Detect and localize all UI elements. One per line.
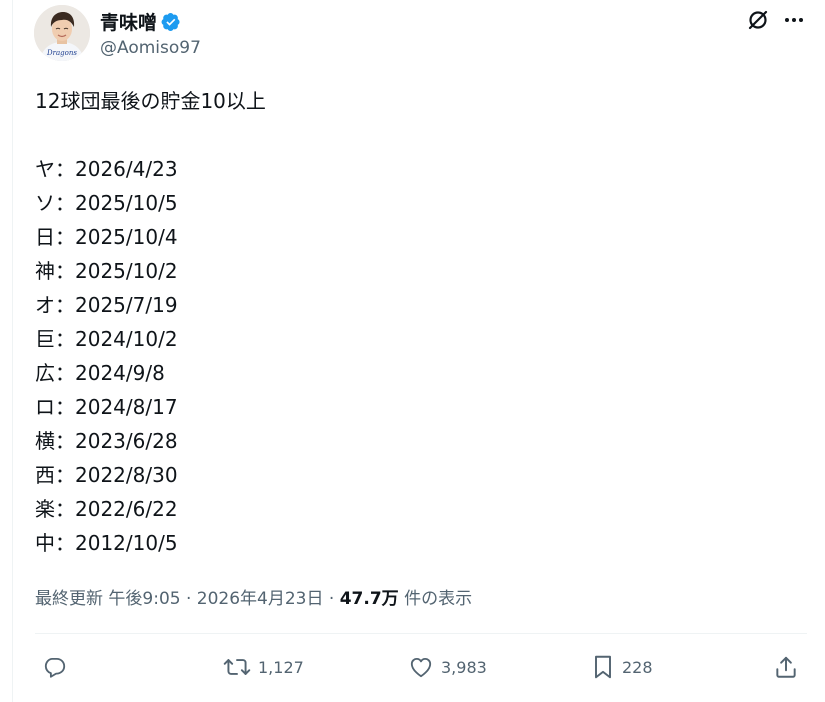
- post-line: 中：2012/10/5: [35, 531, 178, 555]
- post-line: 巨：2024/10/2: [35, 327, 178, 351]
- post-line: 日：2025/10/4: [35, 225, 178, 249]
- post-line: ロ：2024/8/17: [35, 395, 178, 419]
- post-line: ヤ：2026/4/23: [35, 157, 178, 181]
- svg-text:Dragons: Dragons: [46, 49, 77, 57]
- left-divider: [12, 0, 13, 702]
- share-icon: [776, 656, 796, 678]
- bookmark-icon: [595, 655, 611, 679]
- post-line: ソ：2025/10/5: [35, 191, 178, 215]
- post-line: 楽：2022/6/22: [35, 497, 178, 521]
- post-line: 広：2024/9/8: [35, 361, 165, 385]
- display-name-row[interactable]: 青味噌: [100, 8, 181, 35]
- reply-button[interactable]: [42, 653, 68, 681]
- heart-icon: [410, 657, 432, 678]
- repost-count: 1,127: [258, 657, 304, 677]
- post-headline: 12球団最後の貯金10以上: [35, 89, 266, 113]
- like-count: 3,983: [441, 657, 487, 677]
- post-line: 西：2022/8/30: [35, 463, 178, 487]
- reply-icon: [44, 657, 66, 678]
- tweet-card: Dragons 青味噌 @Aomiso97 12球団最後の貯金10以上 ヤ：20…: [0, 0, 825, 702]
- repost-button[interactable]: 1,127: [222, 653, 304, 681]
- post-meta: 最終更新 午後9:05 · 2026年4月23日 · 47.7万 件の表示: [35, 584, 472, 609]
- avatar[interactable]: Dragons: [34, 5, 90, 61]
- verified-badge-icon: [161, 12, 180, 31]
- bookmark-button[interactable]: 228: [590, 653, 653, 681]
- post-text: 12球団最後の貯金10以上 ヤ：2026/4/23 ソ：2025/10/5 日：…: [35, 84, 266, 560]
- view-label: 件の表示: [398, 589, 473, 609]
- share-button[interactable]: [773, 653, 799, 681]
- post-timestamp[interactable]: 最終更新 午後9:05 · 2026年4月23日 ·: [35, 589, 340, 609]
- post-line: 神：2025/10/2: [35, 259, 178, 283]
- post-line: 横：2023/6/28: [35, 429, 178, 453]
- post-line: オ：2025/7/19: [35, 293, 178, 317]
- like-button[interactable]: 3,983: [407, 653, 487, 681]
- grok-icon[interactable]: [745, 7, 771, 33]
- bookmark-count: 228: [622, 657, 653, 677]
- user-avatar-photo: Dragons: [34, 5, 90, 61]
- repost-icon: [223, 659, 251, 675]
- view-count[interactable]: 47.7万: [340, 589, 399, 609]
- user-handle[interactable]: @Aomiso97: [100, 38, 201, 58]
- action-divider: [35, 633, 807, 634]
- display-name[interactable]: 青味噌: [100, 8, 157, 35]
- more-icon[interactable]: [782, 8, 806, 32]
